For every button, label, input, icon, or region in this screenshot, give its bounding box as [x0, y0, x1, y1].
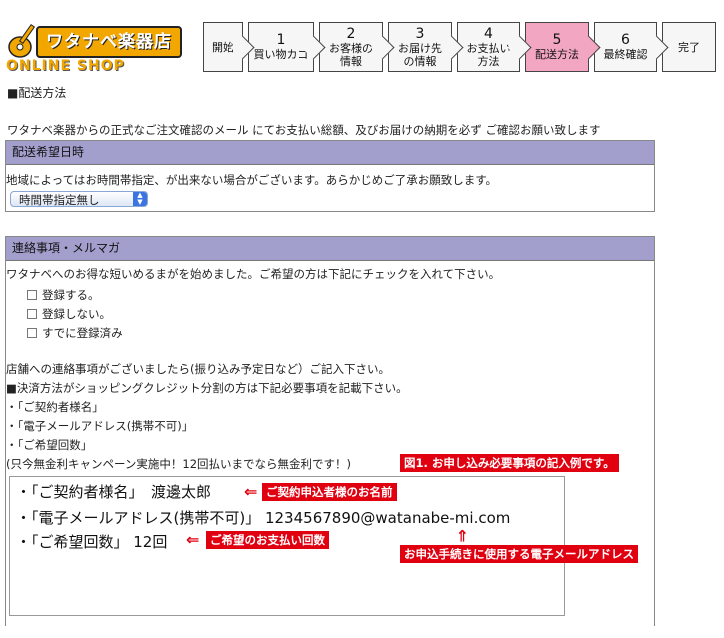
contact-line: ・「ご契約者様名」 [6, 400, 104, 414]
step-label: お客様の 情報 [329, 41, 373, 68]
contact-line: ・「電子メールアドレス(携帯不可)」 [6, 419, 194, 433]
contact-line: 店舗への連絡事項がございましたら(振り込み予定日など）ご記入下さい。 [6, 362, 390, 376]
time-slot-value: 時間帯指定無し [19, 193, 100, 207]
step-number: 1 [276, 32, 286, 48]
newsletter-option-registered[interactable]: すでに登録済み [27, 325, 123, 341]
step-label: お支払い 方法 [466, 41, 511, 68]
step-label: 配送方法 [535, 48, 579, 61]
step-label: お届け先 の情報 [398, 41, 442, 68]
annotation-name: ご契約申込者様のお名前 [262, 483, 397, 501]
delivery-header: 配送希望日時 [6, 141, 654, 165]
contact-header: 連絡事項・メルマガ [6, 237, 654, 261]
option-label: 登録する。 [42, 288, 100, 302]
select-arrows-icon: ▲ ▼ [133, 192, 147, 206]
newsletter-option-decline[interactable]: 登録しない。 [27, 306, 111, 322]
contact-line: (只今無金利キャンペーン実施中！12回払いまでなら無金利です！) [6, 457, 352, 471]
step-6: 6 最終確認 [594, 22, 669, 72]
step-0: 開始 [203, 22, 255, 72]
textarea-line-count: ・「ご希望回数」 12回 [16, 533, 168, 551]
step-number: 5 [552, 32, 562, 48]
step-number: 2 [346, 25, 356, 42]
contact-line: ・「ご希望回数」 [6, 438, 93, 452]
step-3: 3 お届け先 の情報 [388, 22, 464, 72]
figure-caption: 図1. お申し込み必要事項の記入例です。 [400, 454, 619, 472]
checkout-steps: 開始 1 買い物カゴ 2 お客様の 情報 3 お届け先 の情報 4 お支払い 方法 5 配送方法 6 最… [203, 22, 716, 74]
step-7: 完了 [662, 22, 716, 72]
newsletter-option-register[interactable]: 登録する。 [27, 287, 100, 303]
annotation-count: ご希望のお支払い回数 [206, 531, 329, 549]
shop-logo[interactable]: ワタナベ楽器店 ONLINE SHOP [6, 18, 196, 80]
step-2: 2 お客様の 情報 [319, 22, 395, 72]
step-label: 最終確認 [603, 48, 648, 61]
guitar-icon [8, 23, 36, 58]
textarea-line-name: ・「ご契約者様名」 渡邊太郎 [16, 483, 212, 501]
contact-line: ■決済方法がショッピングクレジット分割の方は下記必要事項を記載下さい。 [6, 381, 408, 395]
arrow-left-icon: ⇐ [244, 482, 258, 501]
step-number: 3 [415, 25, 425, 42]
order-notice: ワタナベ楽器からの正式なご注文確認のメール にてお支払い総額、及びお届けの納期を… [7, 123, 601, 137]
logo-title: ワタナベ楽器店 [36, 26, 182, 58]
time-slot-select[interactable]: 時間帯指定無し ▲ ▼ [10, 191, 148, 207]
step-1: 1 買い物カゴ [248, 22, 326, 72]
step-number: 6 [621, 32, 630, 48]
step-5: 5 配送方法 [525, 22, 601, 72]
arrow-left-icon: ⇐ [186, 530, 200, 549]
option-label: 登録しない。 [42, 307, 111, 321]
step-number: 4 [484, 25, 493, 42]
step-4: 4 お支払い 方法 [457, 22, 532, 72]
newsletter-intro: ワタナベへのお得な短いめるまがを始めました。ご希望の方は下記にチェックを入れて下… [6, 267, 501, 281]
step-label: 買い物カゴ [253, 48, 309, 61]
checkbox[interactable] [27, 309, 37, 319]
delivery-note: 地域によってはお時間帯指定、が出来ない場合がございます。あらかじめご了承お願致し… [6, 173, 498, 187]
option-label: すでに登録済み [42, 326, 123, 340]
checkbox[interactable] [27, 328, 37, 338]
checkbox[interactable] [27, 290, 37, 300]
textarea-line-email: ・「電子メールアドレス(携帯不可)」 1234567890@watanabe-m… [16, 509, 511, 527]
annotation-email: お申込手続きに使用する電子メールアドレス [400, 545, 638, 563]
section-title: ■配送方法 [7, 86, 67, 100]
logo-subtitle: ONLINE SHOP [6, 58, 125, 74]
step-label: 完了 [678, 40, 700, 54]
